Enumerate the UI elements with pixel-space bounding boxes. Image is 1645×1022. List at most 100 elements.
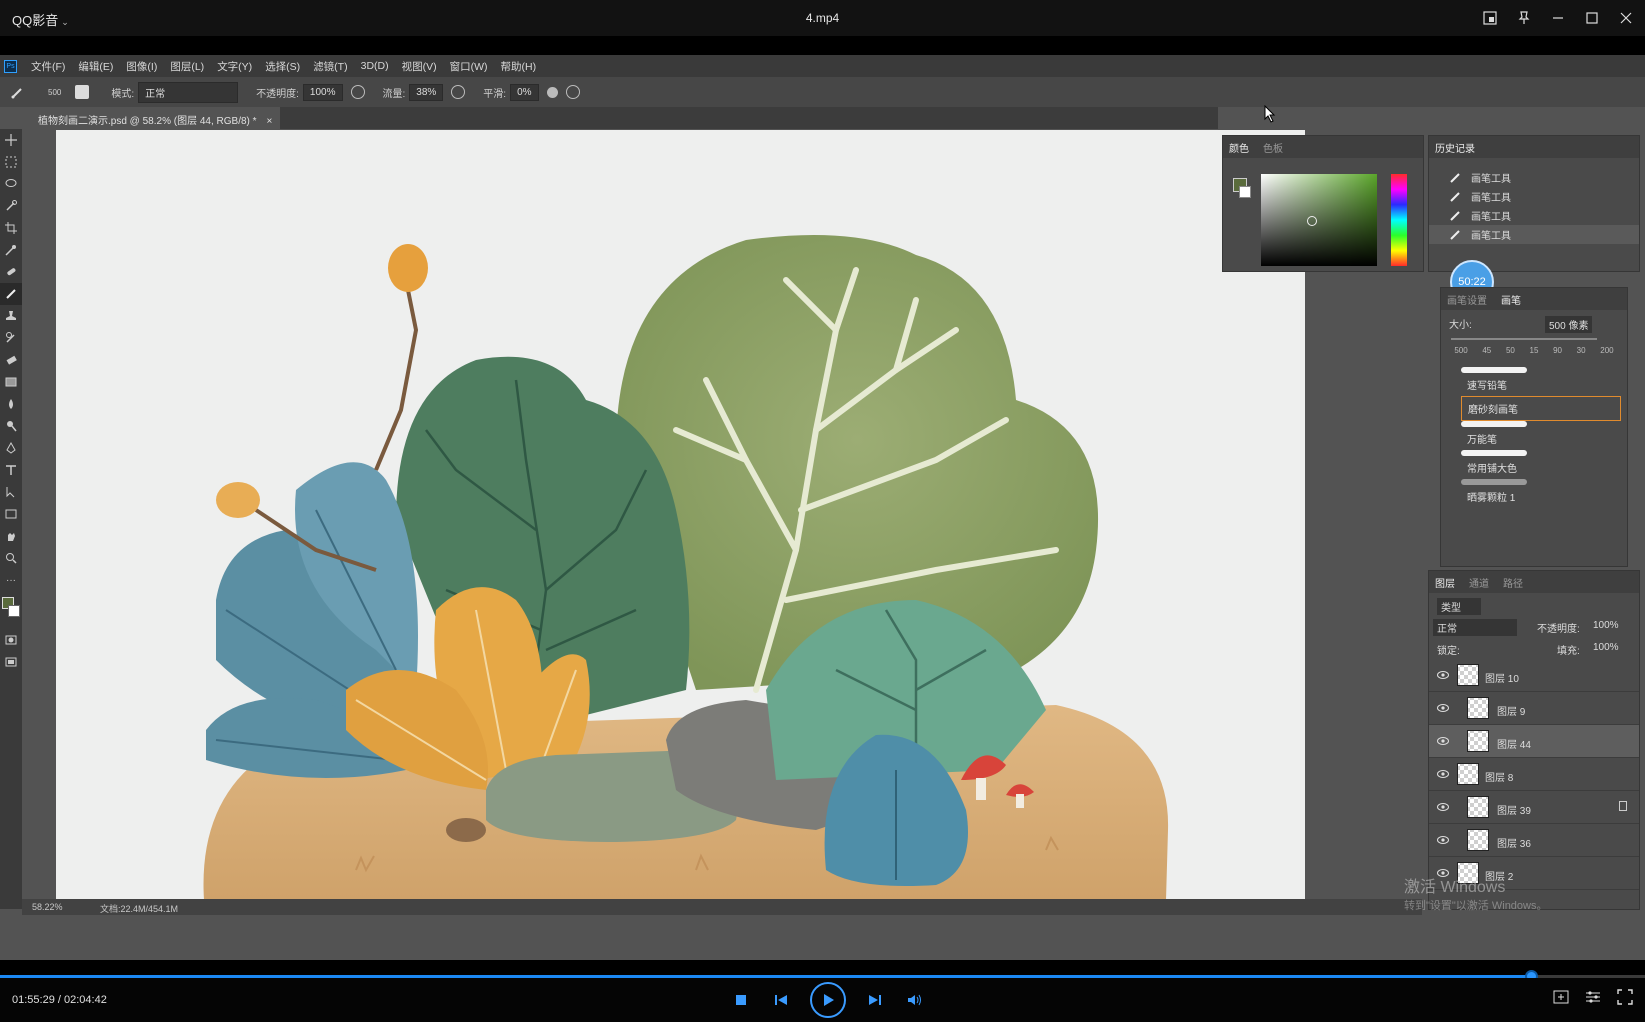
hue-slider[interactable] <box>1391 174 1407 266</box>
eraser-tool[interactable] <box>0 349 22 371</box>
close-tab-icon[interactable]: × <box>267 116 273 127</box>
layer-opacity-field[interactable]: 100% <box>1593 620 1619 631</box>
flow-field[interactable]: 38% <box>409 83 444 101</box>
brush-preset[interactable]: 90 <box>1553 346 1562 355</box>
history-item[interactable]: 画笔工具 <box>1429 168 1639 187</box>
pin-on-top-button[interactable] <box>1511 6 1537 30</box>
brush-preset[interactable]: 500 <box>1454 346 1467 355</box>
layer-row[interactable]: 图层 36 <box>1429 824 1639 857</box>
eye-icon[interactable] <box>1437 802 1449 812</box>
tab-channels[interactable]: 通道 <box>1469 575 1489 590</box>
document-tab[interactable]: 植物刻画二演示.psd @ 58.2% (图层 44, RGB/8) * × <box>28 107 281 129</box>
brush-tool[interactable] <box>0 283 22 305</box>
airbrush-icon[interactable] <box>451 85 466 99</box>
settings-button[interactable] <box>1585 989 1601 1010</box>
layer-filter-select[interactable]: 类型 <box>1437 598 1481 615</box>
menu-type[interactable]: 文字(Y) <box>217 59 252 74</box>
document-canvas[interactable] <box>56 130 1305 900</box>
crop-tool[interactable] <box>0 217 22 239</box>
brush-item[interactable]: 万能笔 <box>1441 427 1627 450</box>
brush-item[interactable]: 晒雾颗粒 1 <box>1441 485 1627 508</box>
tab-brushes[interactable]: 画笔 <box>1501 292 1521 307</box>
smoothing-field[interactable]: 0% <box>510 83 539 101</box>
more-tools-button[interactable]: ··· <box>0 569 22 591</box>
menu-filter[interactable]: 滤镜(T) <box>313 59 347 74</box>
layer-row[interactable]: 图层 9 <box>1429 692 1639 725</box>
move-tool[interactable] <box>0 129 22 151</box>
minimize-button[interactable] <box>1545 6 1571 30</box>
brush-size-slider[interactable] <box>1451 338 1597 340</box>
type-tool[interactable] <box>0 459 22 481</box>
gear-icon[interactable] <box>546 86 558 98</box>
picture-in-picture-button[interactable] <box>1477 6 1503 30</box>
layer-row[interactable]: 图层 8 <box>1429 758 1639 791</box>
eye-icon[interactable] <box>1437 769 1449 779</box>
brush-preset[interactable]: 200 <box>1600 346 1613 355</box>
play-button[interactable] <box>810 982 846 1018</box>
menu-help[interactable]: 帮助(H) <box>501 59 537 74</box>
brush-item-selected[interactable]: 磨砂刻画笔 <box>1461 396 1621 421</box>
eye-icon[interactable] <box>1437 835 1449 845</box>
menu-layer[interactable]: 图层(L) <box>170 59 204 74</box>
menu-view[interactable]: 视图(V) <box>402 59 437 74</box>
menu-file[interactable]: 文件(F) <box>31 59 65 74</box>
background-color-swatch[interactable] <box>8 605 20 617</box>
hand-tool[interactable] <box>0 525 22 547</box>
fill-field[interactable]: 100% <box>1593 642 1619 653</box>
brush-item[interactable]: 常用铺大色 <box>1441 456 1627 479</box>
brush-preset[interactable]: 30 <box>1577 346 1586 355</box>
shape-tool[interactable] <box>0 503 22 525</box>
history-item-current[interactable]: 画笔工具 <box>1429 225 1639 244</box>
background-swatch[interactable] <box>1239 186 1251 198</box>
color-swatches[interactable] <box>0 591 22 629</box>
stamp-tool[interactable] <box>0 305 22 327</box>
lasso-tool[interactable] <box>0 173 22 195</box>
menu-select[interactable]: 选择(S) <box>265 59 300 74</box>
maximize-button[interactable] <box>1579 6 1605 30</box>
brush-preset[interactable]: 45 <box>1482 346 1491 355</box>
opacity-field[interactable]: 100% <box>302 83 343 101</box>
dodge-tool[interactable] <box>0 415 22 437</box>
stop-button[interactable] <box>730 982 752 1018</box>
menu-edit[interactable]: 编辑(E) <box>78 59 113 74</box>
brush-preset[interactable]: 15 <box>1530 346 1539 355</box>
menu-3d[interactable]: 3D(D) <box>361 60 389 72</box>
previous-button[interactable] <box>770 982 792 1018</box>
healing-tool[interactable] <box>0 261 22 283</box>
eye-icon[interactable] <box>1437 736 1449 746</box>
brush-preset[interactable]: 50 <box>1506 346 1515 355</box>
history-item[interactable]: 画笔工具 <box>1429 187 1639 206</box>
blend-mode-select[interactable]: 正常 <box>1433 619 1517 636</box>
tab-color[interactable]: 颜色 <box>1229 140 1249 155</box>
brush-settings-toggle-icon[interactable] <box>75 85 90 99</box>
pen-tool[interactable] <box>0 437 22 459</box>
zoom-level[interactable]: 58.22% <box>32 902 63 912</box>
quick-mask-button[interactable] <box>0 629 22 651</box>
layer-row[interactable]: 图层 10 <box>1429 659 1639 692</box>
brush-item[interactable]: 速写铅笔 <box>1441 373 1627 396</box>
volume-button[interactable] <box>904 982 926 1018</box>
fullscreen-button[interactable] <box>1617 989 1633 1010</box>
quick-select-tool[interactable] <box>0 195 22 217</box>
layer-row[interactable]: 图层 39 <box>1429 791 1639 824</box>
blur-tool[interactable] <box>0 393 22 415</box>
close-button[interactable] <box>1613 6 1639 30</box>
next-button[interactable] <box>864 982 886 1018</box>
tab-swatches[interactable]: 色板 <box>1263 140 1283 155</box>
gradient-tool[interactable] <box>0 371 22 393</box>
path-select-tool[interactable] <box>0 481 22 503</box>
color-picker-marker[interactable] <box>1307 216 1317 226</box>
tab-layers[interactable]: 图层 <box>1435 575 1455 590</box>
pressure-opacity-icon[interactable] <box>350 85 365 99</box>
tab-paths[interactable]: 路径 <box>1503 575 1523 590</box>
eyedropper-tool[interactable] <box>0 239 22 261</box>
layer-row-selected[interactable]: 图层 44 <box>1429 725 1639 758</box>
brush-size-value[interactable]: 500 像素 <box>1545 316 1593 333</box>
app-menu-button[interactable]: QQ影音 ⌄ <box>12 10 69 29</box>
zoom-tool[interactable] <box>0 547 22 569</box>
brush-size-preview[interactable]: 500 <box>48 88 61 97</box>
brush-tool-icon[interactable] <box>10 84 26 100</box>
marquee-tool[interactable] <box>0 151 22 173</box>
eye-icon[interactable] <box>1437 703 1449 713</box>
history-item[interactable]: 画笔工具 <box>1429 206 1639 225</box>
